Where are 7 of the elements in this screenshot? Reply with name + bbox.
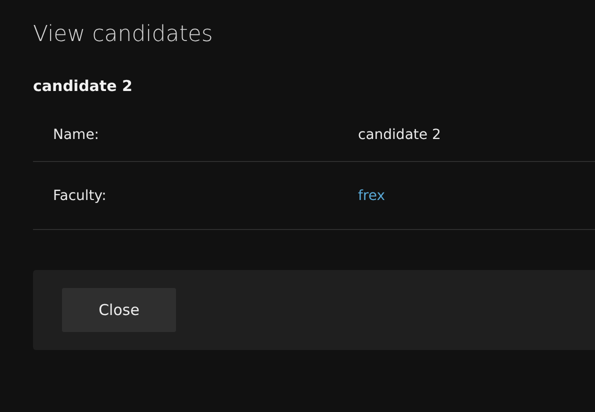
candidate-heading: candidate 2 [33,77,132,95]
field-label: Faculty: [53,188,106,204]
field-label: Name: [53,127,100,143]
close-button[interactable]: Close [62,288,176,332]
field-value: candidate 2 [358,127,441,143]
field-link[interactable]: frex [358,188,386,204]
window-title: View candidates [33,22,213,47]
